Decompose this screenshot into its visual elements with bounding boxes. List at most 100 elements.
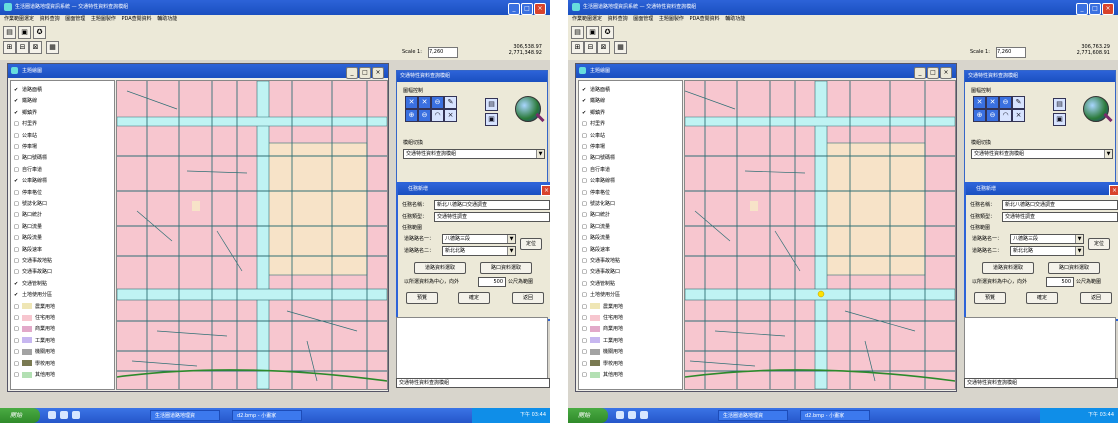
layer-item[interactable]: □ 機關用地 — [14, 347, 55, 357]
layer-item[interactable]: □ 商業用地 — [582, 324, 623, 334]
layer-item[interactable]: □ 路口統計 — [582, 210, 610, 220]
zoom-out-icon[interactable]: ⊖ — [418, 109, 431, 122]
checkbox-empty-icon[interactable]: □ — [582, 176, 590, 186]
map-maximize-button[interactable]: □ — [927, 67, 939, 79]
close-button[interactable]: × — [534, 3, 546, 15]
start-button[interactable]: 開始 — [568, 408, 608, 423]
zoom-out-icon[interactable]: ⊖ — [986, 109, 999, 122]
checkbox-empty-icon[interactable]: □ — [582, 336, 590, 346]
menu-item-thematic[interactable]: 主題圖製作 — [659, 16, 684, 22]
layer-item[interactable]: ✔ 道路面積 — [14, 85, 42, 95]
layer-icon[interactable]: ▦ — [614, 41, 627, 54]
checkbox-empty-icon[interactable]: □ — [582, 324, 590, 334]
menu-item-map-management[interactable]: 圖面管理 — [65, 16, 85, 22]
checkbox-empty-icon[interactable]: □ — [582, 188, 590, 198]
checkmark-icon[interactable]: ✔ — [582, 96, 590, 106]
maximize-button[interactable]: □ — [521, 3, 533, 15]
layer-item[interactable]: □ 自行車道 — [582, 165, 610, 175]
checkbox-empty-icon[interactable]: □ — [14, 188, 22, 198]
checkmark-icon[interactable]: ✔ — [14, 85, 22, 95]
checkbox-empty-icon[interactable]: □ — [14, 222, 22, 232]
select-intersection-button[interactable]: 路口資料選取 — [480, 262, 532, 274]
layer-item[interactable]: ✔ 公車路線標 — [14, 176, 47, 186]
select-road-button[interactable]: 道路資料選取 — [414, 262, 466, 274]
layer-item[interactable]: □ 停車格位 — [582, 188, 610, 198]
scale-input[interactable]: 7,260 — [996, 47, 1026, 58]
checkbox-empty-icon[interactable]: □ — [582, 302, 590, 312]
bottom-module-select[interactable]: 交通特性資料查詢模組 — [396, 378, 550, 388]
zoom-in-icon[interactable]: ⊕ — [973, 109, 986, 122]
back-button[interactable]: 返回 — [512, 292, 544, 304]
layer-item[interactable]: ✔ 鄉鎮界 — [14, 108, 37, 118]
layer-item[interactable]: □ 交通事故地點 — [14, 256, 52, 266]
locate-button[interactable]: 定位 — [1088, 238, 1110, 250]
checkmark-icon[interactable]: ✔ — [14, 108, 22, 118]
layer-item[interactable]: □ 農業用地 — [582, 302, 623, 312]
maximize-button[interactable]: □ — [1089, 3, 1101, 15]
checkbox-empty-icon[interactable]: □ — [582, 165, 590, 175]
prev-view-icon[interactable]: ⊖ — [431, 96, 444, 109]
checkbox-empty-icon[interactable]: □ — [14, 256, 22, 266]
menu-item-query[interactable]: 資料查詢 — [40, 16, 60, 22]
layer-item[interactable]: □ 停車場 — [14, 142, 37, 152]
minimize-button[interactable]: _ — [1076, 3, 1088, 15]
media-icon[interactable] — [72, 411, 80, 419]
layer-item[interactable]: □ 公車站 — [14, 131, 37, 141]
layer-item[interactable]: □ 交通事故地點 — [582, 256, 620, 266]
layer-item[interactable]: □ 村里界 — [582, 119, 605, 129]
select-road-button[interactable]: 道路資料選取 — [982, 262, 1034, 274]
scale-input[interactable]: 7,260 — [428, 47, 458, 58]
checkbox-empty-icon[interactable]: □ — [14, 370, 22, 380]
checkmark-icon[interactable]: ✔ — [582, 108, 590, 118]
layer-item[interactable]: □ 交通管制點 — [582, 279, 615, 289]
zoom-window-icon[interactable]: ✕ — [986, 96, 999, 109]
taskbar-item-paint[interactable]: d2.bmp - 小畫家 — [232, 410, 302, 421]
save-icon[interactable]: ▣ — [18, 26, 31, 39]
desktop-icon[interactable] — [60, 411, 68, 419]
road2-select[interactable]: 新北北路 ▼ — [1010, 246, 1084, 256]
layer-icon[interactable]: ▦ — [46, 41, 59, 54]
road1-select[interactable]: 八德路三段 ▼ — [442, 234, 516, 244]
chevron-down-icon[interactable]: ▼ — [1075, 235, 1083, 243]
layer-item[interactable]: □ 農業用地 — [14, 302, 55, 312]
checkbox-empty-icon[interactable]: □ — [582, 119, 590, 129]
minimize-button[interactable]: _ — [508, 3, 520, 15]
checkbox-empty-icon[interactable]: □ — [14, 347, 22, 357]
checkbox-empty-icon[interactable]: □ — [582, 290, 590, 300]
layer-item[interactable]: □ 機關用地 — [582, 347, 623, 357]
zoom-extent-icon[interactable]: ⊞ — [571, 41, 584, 54]
task-name-input[interactable]: 新北八德路口交通調查 — [1002, 200, 1118, 210]
map-svg[interactable] — [117, 81, 387, 389]
checkbox-empty-icon[interactable]: □ — [14, 142, 22, 152]
checkbox-empty-icon[interactable]: □ — [14, 210, 22, 220]
layer-item[interactable]: □ 交通事故路口 — [582, 267, 620, 277]
menu-item-aux[interactable]: 輔助功能 — [157, 16, 177, 22]
road1-select[interactable]: 八德路三段 ▼ — [1010, 234, 1084, 244]
taskbar-item-gis[interactable]: 生活圈道路地理資 — [718, 410, 788, 421]
layer-item[interactable]: □ 停車場 — [582, 142, 605, 152]
pan-icon[interactable]: ◠ — [999, 109, 1012, 122]
ok-button[interactable]: 確定 — [1026, 292, 1058, 304]
locate-button[interactable]: 定位 — [520, 238, 542, 250]
checkbox-empty-icon[interactable]: □ — [14, 245, 22, 255]
zoom-window-icon[interactable]: ✕ — [418, 96, 431, 109]
map-canvas[interactable] — [116, 80, 388, 390]
zoom-prev-icon[interactable]: ⊟ — [584, 41, 597, 54]
layer-item[interactable]: □ 路段流量 — [14, 233, 42, 243]
full-extent-icon[interactable]: ✕ — [973, 96, 986, 109]
radius-input[interactable]: 500 — [478, 277, 506, 287]
map-close-button[interactable]: × — [372, 67, 384, 79]
back-button[interactable]: 返回 — [1080, 292, 1112, 304]
checkbox-empty-icon[interactable]: □ — [582, 347, 590, 357]
layer-item[interactable]: □ 住宅用地 — [582, 313, 623, 323]
globe-search-icon[interactable] — [1083, 96, 1109, 122]
checkbox-empty-icon[interactable]: □ — [582, 153, 590, 163]
checkmark-icon[interactable]: ✔ — [14, 96, 22, 106]
chevron-down-icon[interactable]: ▼ — [507, 235, 515, 243]
module-select[interactable]: 交通特性資料查詢模組 ▼ — [971, 149, 1113, 159]
layer-item[interactable]: □ 路口統計 — [14, 210, 42, 220]
select-intersection-button[interactable]: 路口資料選取 — [1048, 262, 1100, 274]
checkbox-empty-icon[interactable]: □ — [14, 199, 22, 209]
checkmark-icon[interactable]: ✔ — [14, 290, 22, 300]
checkbox-empty-icon[interactable]: □ — [14, 267, 22, 277]
